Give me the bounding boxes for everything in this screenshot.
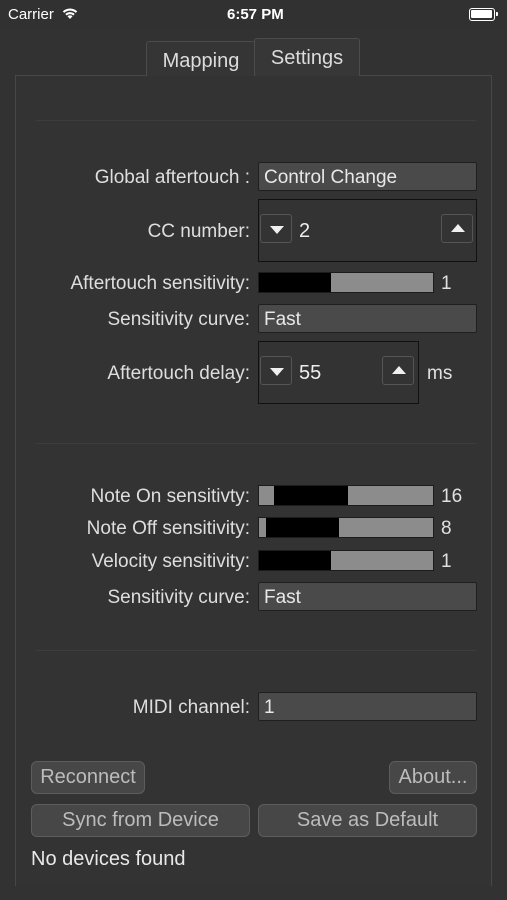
aftertouch-delay-value: 55 <box>299 362 322 384</box>
divider <box>36 650 476 651</box>
aftertouch-sensitivity-value: 1 <box>441 273 452 294</box>
note-on-sensitivity-value: 16 <box>441 486 463 507</box>
note-off-sensitivity-slider[interactable] <box>258 517 434 538</box>
note-on-sensitivity-label: Note On sensitivty: <box>90 486 250 507</box>
save-as-default-button[interactable]: Save as Default <box>258 804 477 837</box>
arrow-down-icon <box>270 226 284 234</box>
aftertouch-delay-label: Aftertouch delay: <box>107 363 250 384</box>
arrow-up-icon <box>451 224 465 232</box>
global-aftertouch-label: Global aftertouch : <box>94 167 250 188</box>
aftertouch-sensitivity-slider[interactable] <box>258 272 434 293</box>
sensitivity-curve-label: Sensitivity curve: <box>107 309 250 330</box>
tab-settings[interactable]: Settings <box>254 38 360 76</box>
cc-number-value: 2 <box>299 220 311 242</box>
velocity-sensitivity-value: 1 <box>441 551 452 572</box>
slider-fill <box>259 551 331 570</box>
velocity-curve-label: Sensitivity curve: <box>107 587 250 608</box>
status-bar: Carrier 6:57 PM <box>0 0 507 28</box>
battery-icon <box>469 8 498 21</box>
reconnect-button[interactable]: Reconnect <box>31 761 145 794</box>
sensitivity-curve-select[interactable]: Fast <box>258 304 477 333</box>
tab-mapping[interactable]: Mapping <box>146 41 256 76</box>
arrow-up-icon <box>392 366 406 374</box>
velocity-sensitivity-slider[interactable] <box>258 550 434 571</box>
cc-number-label: CC number: <box>147 221 250 242</box>
increment-button[interactable] <box>382 356 414 385</box>
about-button[interactable]: About... <box>389 761 477 794</box>
slider-fill <box>259 273 331 292</box>
global-aftertouch-select[interactable]: Control Change <box>258 162 477 191</box>
cc-number-stepper: 2 <box>258 199 477 262</box>
midi-channel-label: MIDI channel: <box>132 697 250 718</box>
device-status-text: No devices found <box>31 848 186 870</box>
aftertouch-sensitivity-label: Aftertouch sensitivity: <box>70 273 250 294</box>
slider-fill <box>266 518 339 537</box>
note-off-sensitivity-value: 8 <box>441 518 452 539</box>
carrier-label: Carrier <box>8 6 54 23</box>
arrow-down-icon <box>270 368 284 376</box>
divider <box>36 443 476 444</box>
decrement-button[interactable] <box>260 356 292 385</box>
aftertouch-delay-stepper: 55 <box>258 341 419 404</box>
delay-unit: ms <box>427 363 453 384</box>
divider <box>36 120 476 121</box>
midi-channel-field[interactable]: 1 <box>258 692 477 721</box>
increment-button[interactable] <box>441 214 473 243</box>
slider-fill <box>274 486 348 505</box>
velocity-curve-select[interactable]: Fast <box>258 582 477 611</box>
wifi-icon <box>62 8 78 19</box>
decrement-button[interactable] <box>260 214 292 243</box>
sync-from-device-button[interactable]: Sync from Device <box>31 804 250 837</box>
clock: 6:57 PM <box>227 6 284 23</box>
velocity-sensitivity-label: Velocity sensitivity: <box>91 551 250 572</box>
note-off-sensitivity-label: Note Off sensitivity: <box>86 518 250 539</box>
note-on-sensitivity-slider[interactable] <box>258 485 434 506</box>
